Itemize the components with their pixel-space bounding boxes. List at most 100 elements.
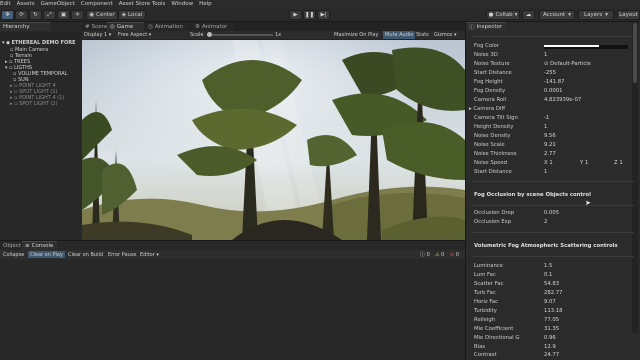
error-count-toggle[interactable]: ⊘ 0 <box>448 251 461 258</box>
step-button[interactable]: ▶| <box>317 10 330 20</box>
field-value[interactable]: -255 <box>544 70 556 78</box>
field-value[interactable]: 1 <box>544 124 547 132</box>
pivot-rotation-toggle[interactable]: ◈ Local <box>118 10 146 20</box>
mute-audio-toggle[interactable]: Mute Audio <box>383 31 416 39</box>
animation-icon: ◷ <box>148 23 153 30</box>
menu-component[interactable]: Component <box>81 1 113 7</box>
field-value[interactable]: 2.77 <box>544 151 556 159</box>
rect-tool-button[interactable]: ▣ <box>57 10 70 20</box>
tab-hierarchy[interactable]: Hierarchy <box>0 22 50 31</box>
field-value[interactable]: -1 <box>544 115 549 123</box>
clear-on-build-toggle[interactable]: Clear on Build <box>66 251 105 258</box>
scale-slider-handle[interactable] <box>207 32 212 37</box>
layers-dropdown[interactable]: Layers ▾ <box>578 10 614 20</box>
local-label: Local <box>127 12 143 18</box>
game-tab-label: Game <box>116 24 134 30</box>
chevron-down-icon: ▾ <box>454 32 457 38</box>
maximize-on-play-toggle[interactable]: Maximize On Play <box>334 32 378 38</box>
stats-toggle[interactable]: Stats <box>416 32 429 38</box>
pivot-center-toggle[interactable]: ◉ Center <box>86 10 118 20</box>
scale-tool-button[interactable]: ⤢ <box>43 10 56 20</box>
collapse-toggle[interactable]: Collapse <box>1 251 26 258</box>
editor-dropdown[interactable]: Editor ▾ <box>138 251 161 258</box>
noise-speed-x[interactable]: X 1 <box>544 160 553 168</box>
expand-arrow-icon: ▾ <box>2 40 5 46</box>
field-value[interactable]: 1 <box>544 169 547 177</box>
menu-window[interactable]: Window <box>171 1 193 7</box>
collab-dropdown[interactable]: ● Collab ▾ <box>486 10 520 20</box>
warning-count-toggle[interactable]: ⚠ 0 <box>433 251 446 258</box>
field-value[interactable]: 0.1 <box>544 272 552 280</box>
tab-inspector[interactable]: ⓘ Inspector <box>466 22 506 31</box>
game-viewport[interactable] <box>82 40 465 240</box>
tab-game[interactable]: ◎ Game <box>107 22 144 31</box>
field-value[interactable]: 113.18 <box>544 308 563 316</box>
field-value[interactable]: 4.823939e-07 <box>544 97 581 105</box>
scale-slider[interactable] <box>207 32 273 37</box>
gizmos-dropdown[interactable]: Gizmos ▾ <box>434 32 457 38</box>
layout-dropdown[interactable]: Layout <box>617 10 640 20</box>
tab-animator[interactable]: ⚙ Animator <box>192 22 234 31</box>
chevron-down-icon: ▾ <box>514 12 518 18</box>
field-value[interactable]: 77.05 <box>544 317 559 325</box>
hierarchy-search[interactable] <box>0 32 82 39</box>
noise-texture-field[interactable]: ⊙ Default-Particle <box>544 61 591 69</box>
main-toolbar: ✥ ⟳ ↻ ⤢ ▣ ✛ ◉ Center ◈ Local ▶ ❚❚ ▶| ● C… <box>0 8 640 22</box>
field-value[interactable]: 9.07 <box>544 299 556 307</box>
field-value[interactable]: 2 <box>544 219 547 227</box>
menu-help[interactable]: Help <box>199 1 212 7</box>
rotate-tool-button[interactable]: ↻ <box>29 10 42 20</box>
noise-speed-z[interactable]: Z 1 <box>614 160 623 168</box>
texture-icon: ⊙ <box>544 61 549 67</box>
display-dropdown[interactable]: Display 1 ▾ <box>84 32 111 38</box>
error-pause-toggle[interactable]: Error Pause <box>106 251 138 258</box>
cloud-button[interactable]: ☁ <box>522 10 535 20</box>
play-button[interactable]: ▶ <box>289 10 302 20</box>
hierarchy-item-scene[interactable]: ▾ ◆ ETHEREAL DEMO FORE <box>2 40 76 46</box>
field-value[interactable]: 0.0001 <box>544 88 563 96</box>
menu-edit[interactable]: Edit <box>0 1 11 7</box>
aspect-dropdown[interactable]: Free Aspect ▾ <box>118 32 151 38</box>
tab-console[interactable]: ≡ Console <box>22 241 57 250</box>
menu-gameobject[interactable]: GameObject <box>41 1 75 7</box>
axis-z-label: Z <box>614 160 618 166</box>
pause-button[interactable]: ❚❚ <box>303 10 316 20</box>
field-value[interactable]: 31.35 <box>544 326 559 334</box>
field-label: Fog Density <box>474 88 506 94</box>
menu-asset-store-tools[interactable]: Asset Store Tools <box>119 1 166 7</box>
field-value[interactable]: 1.5 <box>544 263 552 271</box>
fog-color-swatch[interactable] <box>544 45 628 49</box>
field-value[interactable]: -141.87 <box>544 79 564 87</box>
editor-label: Editor <box>140 251 155 258</box>
move-tool-button[interactable]: ⟳ <box>15 10 28 20</box>
step-icon: ▶| <box>320 12 327 18</box>
field-value[interactable]: 12.9 <box>544 344 556 352</box>
hierarchy-item-spot-light-2[interactable]: ▸ ▫ SPOT LIGHT (2) <box>10 101 57 107</box>
tab-animation[interactable]: ◷ Animation <box>145 22 190 31</box>
field-value[interactable]: 0.96 <box>544 335 556 343</box>
field-value[interactable]: 9.56 <box>544 133 556 141</box>
console-tab-label: Console <box>31 243 54 249</box>
menu-assets[interactable]: Assets <box>17 1 35 7</box>
field-value[interactable]: 24.77 <box>544 352 559 360</box>
field-value[interactable]: 0.005 <box>544 210 559 218</box>
inspector-scrollbar[interactable] <box>632 23 638 333</box>
log-count-toggle[interactable]: ⓘ 0 <box>418 251 432 259</box>
field-value[interactable]: 1 <box>544 52 547 60</box>
field-value[interactable]: 282.77 <box>544 290 563 298</box>
scrollbar-thumb[interactable] <box>633 23 637 83</box>
project-tab-label: Object <box>3 242 21 249</box>
field-value[interactable]: 54.83 <box>544 281 559 289</box>
transform-tool-button[interactable]: ✛ <box>71 10 84 20</box>
account-dropdown[interactable]: Account ▾ <box>539 10 575 20</box>
tab-scene[interactable]: # Scene <box>82 22 108 31</box>
field-value[interactable]: 9.21 <box>544 142 556 150</box>
noise-speed-y[interactable]: Y 1 <box>580 160 588 168</box>
field-label: Turbidity <box>474 308 497 314</box>
clear-on-play-toggle[interactable]: Clear on Play <box>28 251 65 258</box>
hand-tool-button[interactable]: ✥ <box>1 10 14 20</box>
field-label: Fog Height <box>474 79 503 85</box>
console-toolbar: Collapse Clear on Play Clear on Build Er… <box>0 250 465 259</box>
camera-diff-foldout[interactable]: ▸ Camera Diff <box>469 106 505 114</box>
rotate-icon: ↻ <box>33 12 38 18</box>
